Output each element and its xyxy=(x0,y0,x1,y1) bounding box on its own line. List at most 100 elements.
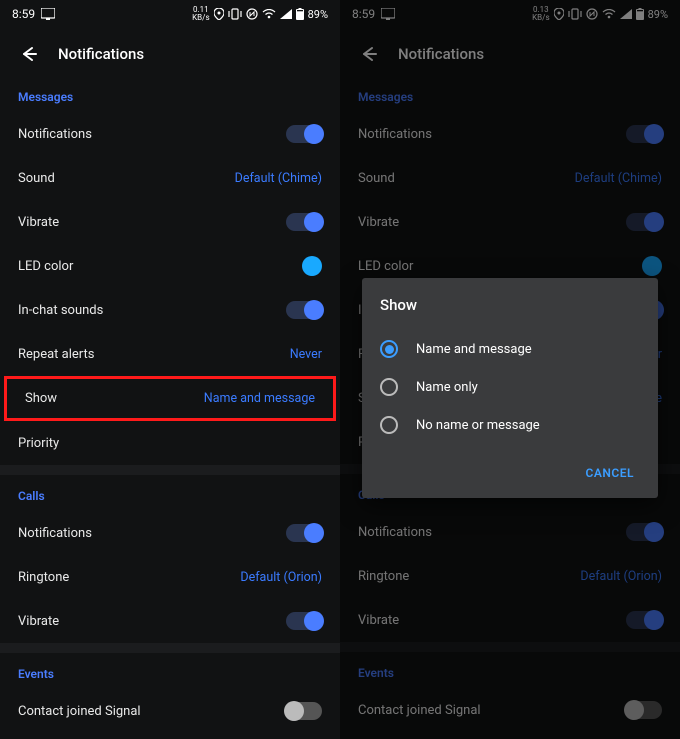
section-header-messages: Messages xyxy=(340,76,680,112)
row-value: Default (Chime) xyxy=(575,171,662,186)
row-value: Never xyxy=(290,347,322,362)
nfc-icon xyxy=(246,8,258,20)
radio-option-name-only[interactable]: Name only xyxy=(380,368,640,406)
row-contact-joined[interactable]: Contact joined Signal xyxy=(0,689,340,733)
row-label: Priority xyxy=(18,436,322,451)
row-label: Ringtone xyxy=(358,569,580,584)
led-color-dot xyxy=(302,256,322,276)
status-battery-pct: 89% xyxy=(308,8,328,21)
row-label: Repeat alerts xyxy=(18,347,290,362)
row-value: Default (Orion) xyxy=(580,569,662,584)
toggle-vibrate[interactable] xyxy=(626,213,662,231)
row-label: Sound xyxy=(18,171,235,186)
radio-icon xyxy=(380,340,398,358)
status-time: 8:59 xyxy=(12,7,35,21)
app-header: Notifications xyxy=(340,28,680,76)
row-label: Vibrate xyxy=(18,215,286,230)
row-led-color[interactable]: LED color xyxy=(0,244,340,288)
page-title: Notifications xyxy=(398,45,484,63)
screen-left: 8:59 0.11KB/s 89% Notifications Messages… xyxy=(0,0,340,739)
toggle-messages-notifications[interactable] xyxy=(286,125,322,143)
row-vibrate[interactable]: Vibrate xyxy=(0,200,340,244)
radio-label: No name or message xyxy=(416,418,540,433)
radio-label: Name only xyxy=(416,380,478,395)
wifi-icon xyxy=(602,9,616,19)
row-label: Notifications xyxy=(358,525,626,540)
row-label: Notifications xyxy=(18,127,286,142)
row-value: Name and message xyxy=(204,391,315,406)
row-contact-joined[interactable]: Contact joined Signal xyxy=(340,688,680,732)
row-ringtone[interactable]: Ringtone Default (Orion) xyxy=(340,554,680,598)
cast-icon xyxy=(381,8,395,20)
row-messages-notifications[interactable]: Notifications xyxy=(0,112,340,156)
status-net-speed: 0.13KB/s xyxy=(532,6,549,22)
section-divider xyxy=(340,642,680,652)
back-icon[interactable] xyxy=(18,44,38,64)
radio-option-no-name[interactable]: No name or message xyxy=(380,406,640,444)
battery-icon xyxy=(636,8,644,20)
signal-icon xyxy=(620,9,632,19)
toggle-messages-notifications[interactable] xyxy=(626,125,662,143)
row-calls-vibrate[interactable]: Vibrate xyxy=(0,599,340,643)
location-icon xyxy=(554,8,564,20)
row-label: Contact joined Signal xyxy=(358,703,626,718)
row-ringtone[interactable]: Ringtone Default (Orion) xyxy=(0,555,340,599)
row-repeat-alerts[interactable]: Repeat alerts Never xyxy=(0,332,340,376)
row-value: Default (Chime) xyxy=(235,171,322,186)
toggle-contact-joined[interactable] xyxy=(626,701,662,719)
cast-icon xyxy=(41,8,55,20)
row-vibrate[interactable]: Vibrate xyxy=(340,200,680,244)
row-label: Vibrate xyxy=(358,215,626,230)
status-net-speed: 0.11KB/s xyxy=(192,6,209,22)
back-icon[interactable] xyxy=(358,44,378,64)
row-label: Contact joined Signal xyxy=(18,704,286,719)
show-dialog: Show Name and message Name only No name … xyxy=(362,278,658,498)
dialog-title: Show xyxy=(380,296,640,314)
toggle-calls-notifications[interactable] xyxy=(286,524,322,542)
toggle-calls-vibrate[interactable] xyxy=(286,612,322,630)
row-label: Sound xyxy=(358,171,575,186)
row-label: In-chat sounds xyxy=(18,303,286,318)
screen-right: 8:59 0.13KB/s 89% Notifications Messages… xyxy=(340,0,680,739)
row-sound[interactable]: Sound Default (Chime) xyxy=(340,156,680,200)
radio-label: Name and message xyxy=(416,342,532,357)
row-messages-notifications[interactable]: Notifications xyxy=(340,112,680,156)
nfc-icon xyxy=(586,8,598,20)
row-label: Show xyxy=(25,391,204,406)
cancel-button[interactable]: CANCEL xyxy=(580,458,640,488)
section-header-events: Events xyxy=(340,652,680,688)
section-divider xyxy=(0,643,340,653)
section-divider xyxy=(0,465,340,475)
radio-icon xyxy=(380,416,398,434)
row-label: LED color xyxy=(358,259,642,274)
status-bar: 8:59 0.11KB/s 89% xyxy=(0,0,340,28)
row-label: Notifications xyxy=(358,127,626,142)
status-bar: 8:59 0.13KB/s 89% xyxy=(340,0,680,28)
row-sound[interactable]: Sound Default (Chime) xyxy=(0,156,340,200)
row-label: Vibrate xyxy=(358,613,626,628)
section-header-events: Events xyxy=(0,653,340,689)
toggle-contact-joined[interactable] xyxy=(286,702,322,720)
battery-icon xyxy=(296,8,304,20)
toggle-vibrate[interactable] xyxy=(286,213,322,231)
section-header-calls: Calls xyxy=(0,475,340,511)
radio-option-name-and-message[interactable]: Name and message xyxy=(380,330,640,368)
toggle-calls-vibrate[interactable] xyxy=(626,611,662,629)
page-title: Notifications xyxy=(58,45,144,63)
toggle-inchat[interactable] xyxy=(286,301,322,319)
row-label: LED color xyxy=(18,259,302,274)
row-show[interactable]: Show Name and message xyxy=(4,376,336,421)
toggle-calls-notifications[interactable] xyxy=(626,523,662,541)
row-label: Ringtone xyxy=(18,570,240,585)
row-calls-notifications[interactable]: Notifications xyxy=(0,511,340,555)
row-calls-vibrate[interactable]: Vibrate xyxy=(340,598,680,642)
led-color-dot xyxy=(642,256,662,276)
wifi-icon xyxy=(262,9,276,19)
radio-icon xyxy=(380,378,398,396)
section-header-messages: Messages xyxy=(0,76,340,112)
row-calls-notifications[interactable]: Notifications xyxy=(340,510,680,554)
vibrate-icon xyxy=(568,8,582,20)
row-priority[interactable]: Priority xyxy=(0,421,340,465)
row-label: Notifications xyxy=(18,526,286,541)
row-inchat-sounds[interactable]: In-chat sounds xyxy=(0,288,340,332)
